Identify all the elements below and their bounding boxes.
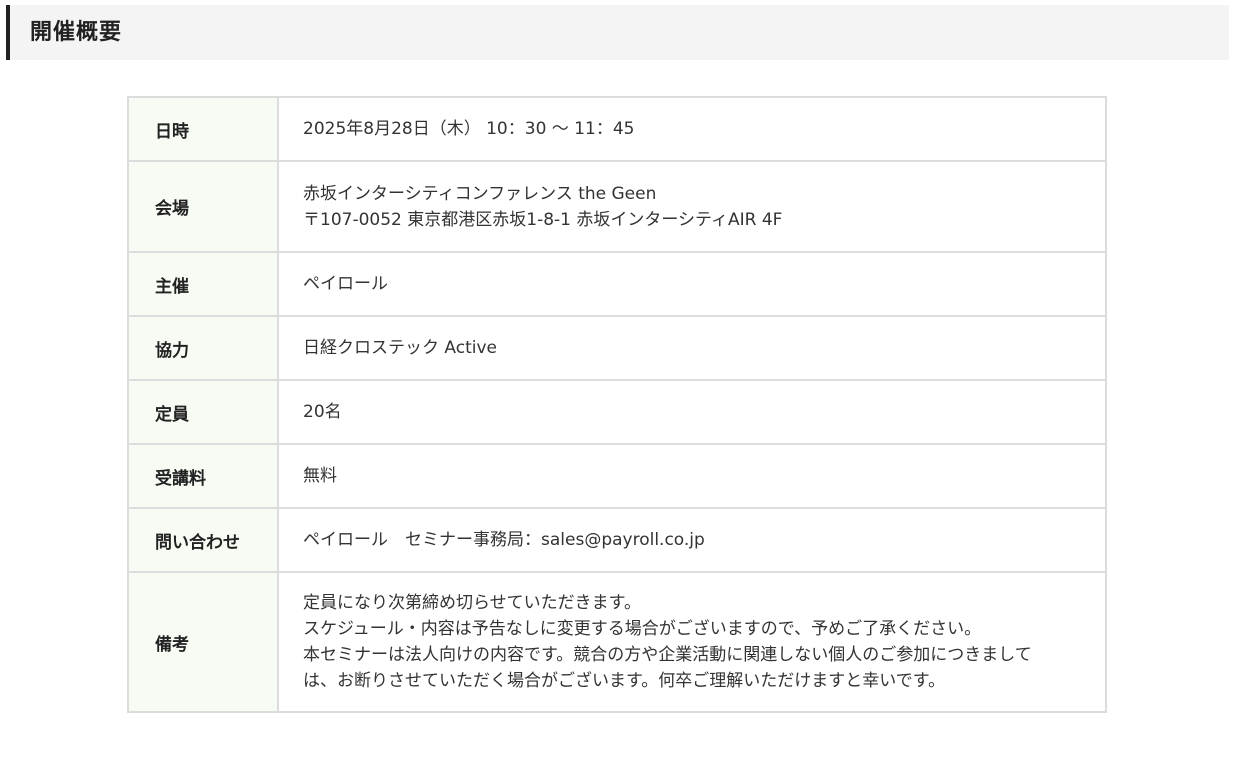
capacity-text: 20名 (303, 402, 342, 422)
contact-text: ペイロール セミナー事務局：sales@payroll.co.jp (303, 530, 705, 550)
table-row-datetime: 日時 2025年8月28日（木） 10：30 ～ 11：45 (127, 96, 1107, 162)
notes-line-1: 定員になり次第締め切らせていただきます。 (303, 593, 641, 613)
row-value-notes: 定員になり次第締め切らせていただきます。 スケジュール・内容は予告なしに変更する… (277, 571, 1107, 713)
row-label-fee: 受講料 (127, 443, 279, 509)
row-value-cooperation: 日経クロステック Active (277, 315, 1107, 381)
row-label-capacity: 定員 (127, 379, 279, 445)
row-label-contact: 問い合わせ (127, 507, 279, 573)
table-row-fee: 受講料 無料 (127, 443, 1107, 509)
row-label-notes: 備考 (127, 571, 279, 713)
row-value-fee: 無料 (277, 443, 1107, 509)
event-overview-table: 日時 2025年8月28日（木） 10：30 ～ 11：45 会場 赤坂インター… (127, 96, 1107, 713)
table-row-organizer: 主催 ペイロール (127, 251, 1107, 317)
table-row-venue: 会場 赤坂インターシティコンファレンス the Geen 〒107-0052 東… (127, 160, 1107, 253)
organizer-text: ペイロール (303, 274, 388, 294)
datetime-text: 2025年8月28日（木） 10：30 ～ 11：45 (303, 119, 635, 139)
row-label-organizer: 主催 (127, 251, 279, 317)
row-value-datetime: 2025年8月28日（木） 10：30 ～ 11：45 (277, 96, 1107, 162)
table-row-cooperation: 協力 日経クロステック Active (127, 315, 1107, 381)
fee-text: 無料 (303, 466, 337, 486)
row-label-datetime: 日時 (127, 96, 279, 162)
venue-name: 赤坂インターシティコンファレンス the Geen (303, 183, 657, 204)
notes-line-3: 本セミナーは法人向けの内容です。競合の方や企業活動に関連しない個人のご参加につき… (303, 645, 1032, 691)
table-row-contact: 問い合わせ ペイロール セミナー事務局：sales@payroll.co.jp (127, 507, 1107, 573)
row-value-contact: ペイロール セミナー事務局：sales@payroll.co.jp (277, 507, 1107, 573)
table-row-capacity: 定員 20名 (127, 379, 1107, 445)
row-label-venue: 会場 (127, 160, 279, 253)
venue-address: 〒107-0052 東京都港区赤坂1-8-1 赤坂インターシティAIR 4F (303, 209, 783, 230)
table-row-notes: 備考 定員になり次第締め切らせていただきます。 スケジュール・内容は予告なしに変… (127, 571, 1107, 713)
section-title: 開催概要 (30, 20, 123, 45)
row-value-venue: 赤坂インターシティコンファレンス the Geen 〒107-0052 東京都港… (277, 160, 1107, 253)
row-value-organizer: ペイロール (277, 251, 1107, 317)
row-value-capacity: 20名 (277, 379, 1107, 445)
row-label-cooperation: 協力 (127, 315, 279, 381)
section-heading: 開催概要 (6, 5, 1229, 60)
notes-line-2: スケジュール・内容は予告なしに変更する場合がございますので、予めご了承ください。 (303, 619, 982, 639)
cooperation-text: 日経クロステック Active (303, 338, 497, 358)
